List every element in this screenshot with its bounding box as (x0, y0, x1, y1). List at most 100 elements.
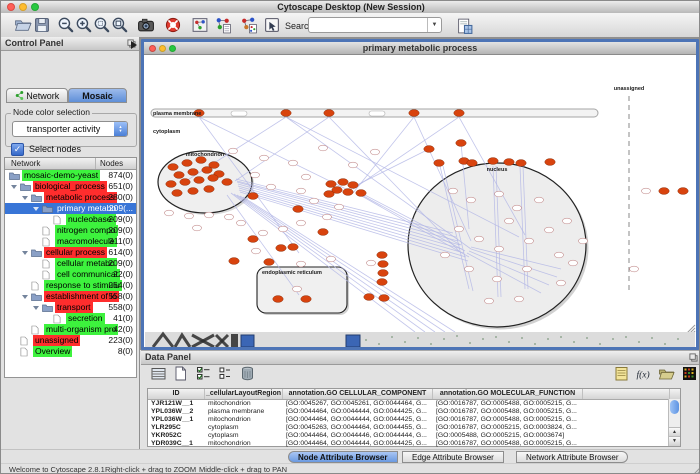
gene-node[interactable] (222, 179, 232, 186)
gene-node[interactable] (326, 181, 336, 188)
maximize-icon[interactable] (169, 45, 176, 52)
tree-row-establishment-of-lo[interactable]: establishment of lo558(0) (5, 291, 136, 302)
search-input[interactable] (309, 18, 427, 32)
tree-row-cellular-metabo[interactable]: cellular metabo209(0) (5, 258, 136, 269)
table-cell[interactable]: YPL036W__1 (148, 416, 205, 424)
table-cell[interactable] (583, 400, 670, 408)
table-cell[interactable]: [GO:0044464, GO:0044444, GO:0044425, G..… (283, 440, 433, 448)
column-header-annotation.GO MOLECULAR_FUNCTION[interactable]: annotation.GO MOLECULAR_FUNCTION (433, 389, 583, 399)
expander-icon[interactable] (22, 295, 28, 299)
table-cell[interactable]: [GO:0045267, GO:0045261, GO:0044464, G..… (283, 400, 433, 408)
tree-row-overview[interactable]: Overview8(0) (5, 346, 136, 357)
column-header-annotation.GO CELLULAR_COMPONENT[interactable]: annotation.GO CELLULAR_COMPONENT (283, 389, 433, 399)
table-cell[interactable] (583, 424, 670, 432)
select-nodes-checkbox[interactable]: ✓ (11, 143, 24, 156)
tree-row-biological-process[interactable]: biological_process651(0) (5, 181, 136, 192)
gene-node[interactable] (434, 160, 444, 167)
attribute-matrix-icon[interactable] (150, 365, 167, 382)
select-attributes-icon[interactable] (195, 365, 212, 382)
tree-row-response-to-stimulu[interactable]: response to stimulu264(0) (5, 280, 136, 291)
gene-node[interactable] (348, 182, 358, 189)
tab-network[interactable]: Network (6, 88, 68, 103)
table-scrollbar[interactable]: ▲ ▼ (668, 399, 680, 446)
table-cell[interactable]: [GO:0016787, GO:0005488, GO:0005215, G..… (433, 416, 583, 424)
gene-node[interactable] (264, 259, 274, 266)
gene-node[interactable] (467, 160, 477, 167)
gene-node[interactable] (301, 296, 311, 303)
gene-node[interactable] (172, 190, 182, 197)
tree-row-cell-communicat[interactable]: cell communicat22(0) (5, 269, 136, 280)
table-row[interactable]: YKR052Ccytoplasm[GO:0044464, GO:0044446,… (148, 432, 680, 440)
gene-node[interactable] (204, 186, 214, 193)
create-network-icon[interactable] (191, 16, 209, 34)
table-cell[interactable]: mitochondrion (205, 416, 283, 424)
tree-row-secretion[interactable]: secretion41(0) (5, 313, 136, 324)
delete-attribute-icon[interactable] (239, 365, 256, 382)
color-matrix-icon[interactable] (681, 365, 698, 382)
gene-node[interactable] (343, 189, 353, 196)
gene-node[interactable] (424, 146, 434, 153)
gene-node[interactable] (516, 160, 526, 167)
expander-icon[interactable] (11, 185, 17, 189)
table-cell[interactable]: YKR052C (148, 432, 205, 440)
gene-node[interactable] (202, 167, 212, 174)
gene-node[interactable] (377, 252, 387, 259)
tree-row-unassigned[interactable]: unassigned223(0) (5, 335, 136, 346)
gene-node[interactable] (409, 110, 419, 117)
gene-node[interactable] (188, 188, 198, 195)
expander-icon[interactable] (22, 196, 28, 200)
tab-network-attribute-browser[interactable]: Network Attribute Browser (516, 451, 628, 463)
gene-node[interactable] (659, 188, 669, 195)
gene-node[interactable] (378, 270, 388, 277)
column-header-_cellularLayoutRegion[interactable]: _cellularLayoutRegion (205, 389, 283, 399)
table-cell[interactable]: [GO:0016787, GO:0005488, GO:0005215, G..… (433, 400, 583, 408)
network-window-titlebar[interactable]: primary metabolic process (144, 42, 696, 55)
tree-row-nucleobase-[interactable]: nucleobase-209(0) (5, 214, 136, 225)
scrollbar-thumb[interactable] (670, 400, 679, 414)
gene-node[interactable] (324, 110, 334, 117)
column-header-ID[interactable]: ID (148, 389, 205, 399)
tab-mosaic[interactable]: Mosaic (68, 88, 127, 103)
tab-node-attribute-browser[interactable]: Node Attribute Browser (288, 451, 398, 463)
gene-node[interactable] (188, 169, 198, 176)
table-row[interactable]: YPL036W__2plasma membrane[GO:0044464, GO… (148, 408, 680, 416)
help-icon[interactable] (164, 16, 182, 34)
new-attribute-icon[interactable] (172, 365, 189, 382)
table-cell[interactable]: [GO:0044464, GO:0044444, GO:0044425, G..… (283, 416, 433, 424)
gene-node[interactable] (276, 245, 286, 252)
table-cell[interactable]: [GO:0005488, GO:0005215, GO:0003674] (433, 432, 583, 440)
gene-node[interactable] (379, 295, 389, 302)
gene-node[interactable] (208, 175, 218, 182)
table-cell[interactable]: mitochondrion (205, 440, 283, 448)
gene-node[interactable] (456, 140, 466, 147)
gene-node[interactable] (166, 181, 176, 188)
close-icon[interactable] (7, 3, 15, 11)
table-cell[interactable]: [GO:0016787, GO:0005488, GO:0005215, G..… (433, 440, 583, 448)
snapshot-icon[interactable] (137, 16, 155, 34)
zoom-fit-icon[interactable] (111, 16, 129, 34)
tree-row-transport[interactable]: transport558(0) (5, 302, 136, 313)
table-cell[interactable] (583, 416, 670, 424)
tree-row-mosaic-demo-yeast[interactable]: mosaic-demo-yeast874(0) (5, 170, 136, 181)
table-cell[interactable] (583, 440, 670, 448)
gene-node[interactable] (168, 164, 178, 171)
table-cell[interactable]: mitochondrion (205, 400, 283, 408)
import-table-icon[interactable] (658, 365, 675, 382)
node-color-dropdown[interactable]: transporter activity ▲▼ (12, 121, 128, 137)
table-cell[interactable]: [GO:0016787, GO:0005215, GO:0003824, G..… (433, 424, 583, 432)
gene-node[interactable] (180, 179, 190, 186)
gene-node[interactable] (281, 110, 291, 117)
annotation-icon[interactable] (263, 16, 281, 34)
import-attributes-icon[interactable] (240, 16, 258, 34)
column-header-empty[interactable] (583, 389, 670, 399)
gene-node[interactable] (182, 160, 192, 167)
tree-row-primary-metabo[interactable]: primary metabo209(... (5, 203, 136, 214)
minimize-icon[interactable] (159, 45, 166, 52)
table-row[interactable]: YPL036W__1mitochondrion[GO:0044464, GO:0… (148, 416, 680, 424)
tree-header[interactable]: Network Nodes (5, 158, 136, 170)
tree-row-cellular-process[interactable]: cellular process614(0) (5, 247, 136, 258)
gene-node[interactable] (194, 177, 204, 184)
gene-node[interactable] (288, 244, 298, 251)
function-builder-icon[interactable]: f(x) (635, 365, 652, 382)
import-network-icon[interactable] (214, 16, 232, 34)
